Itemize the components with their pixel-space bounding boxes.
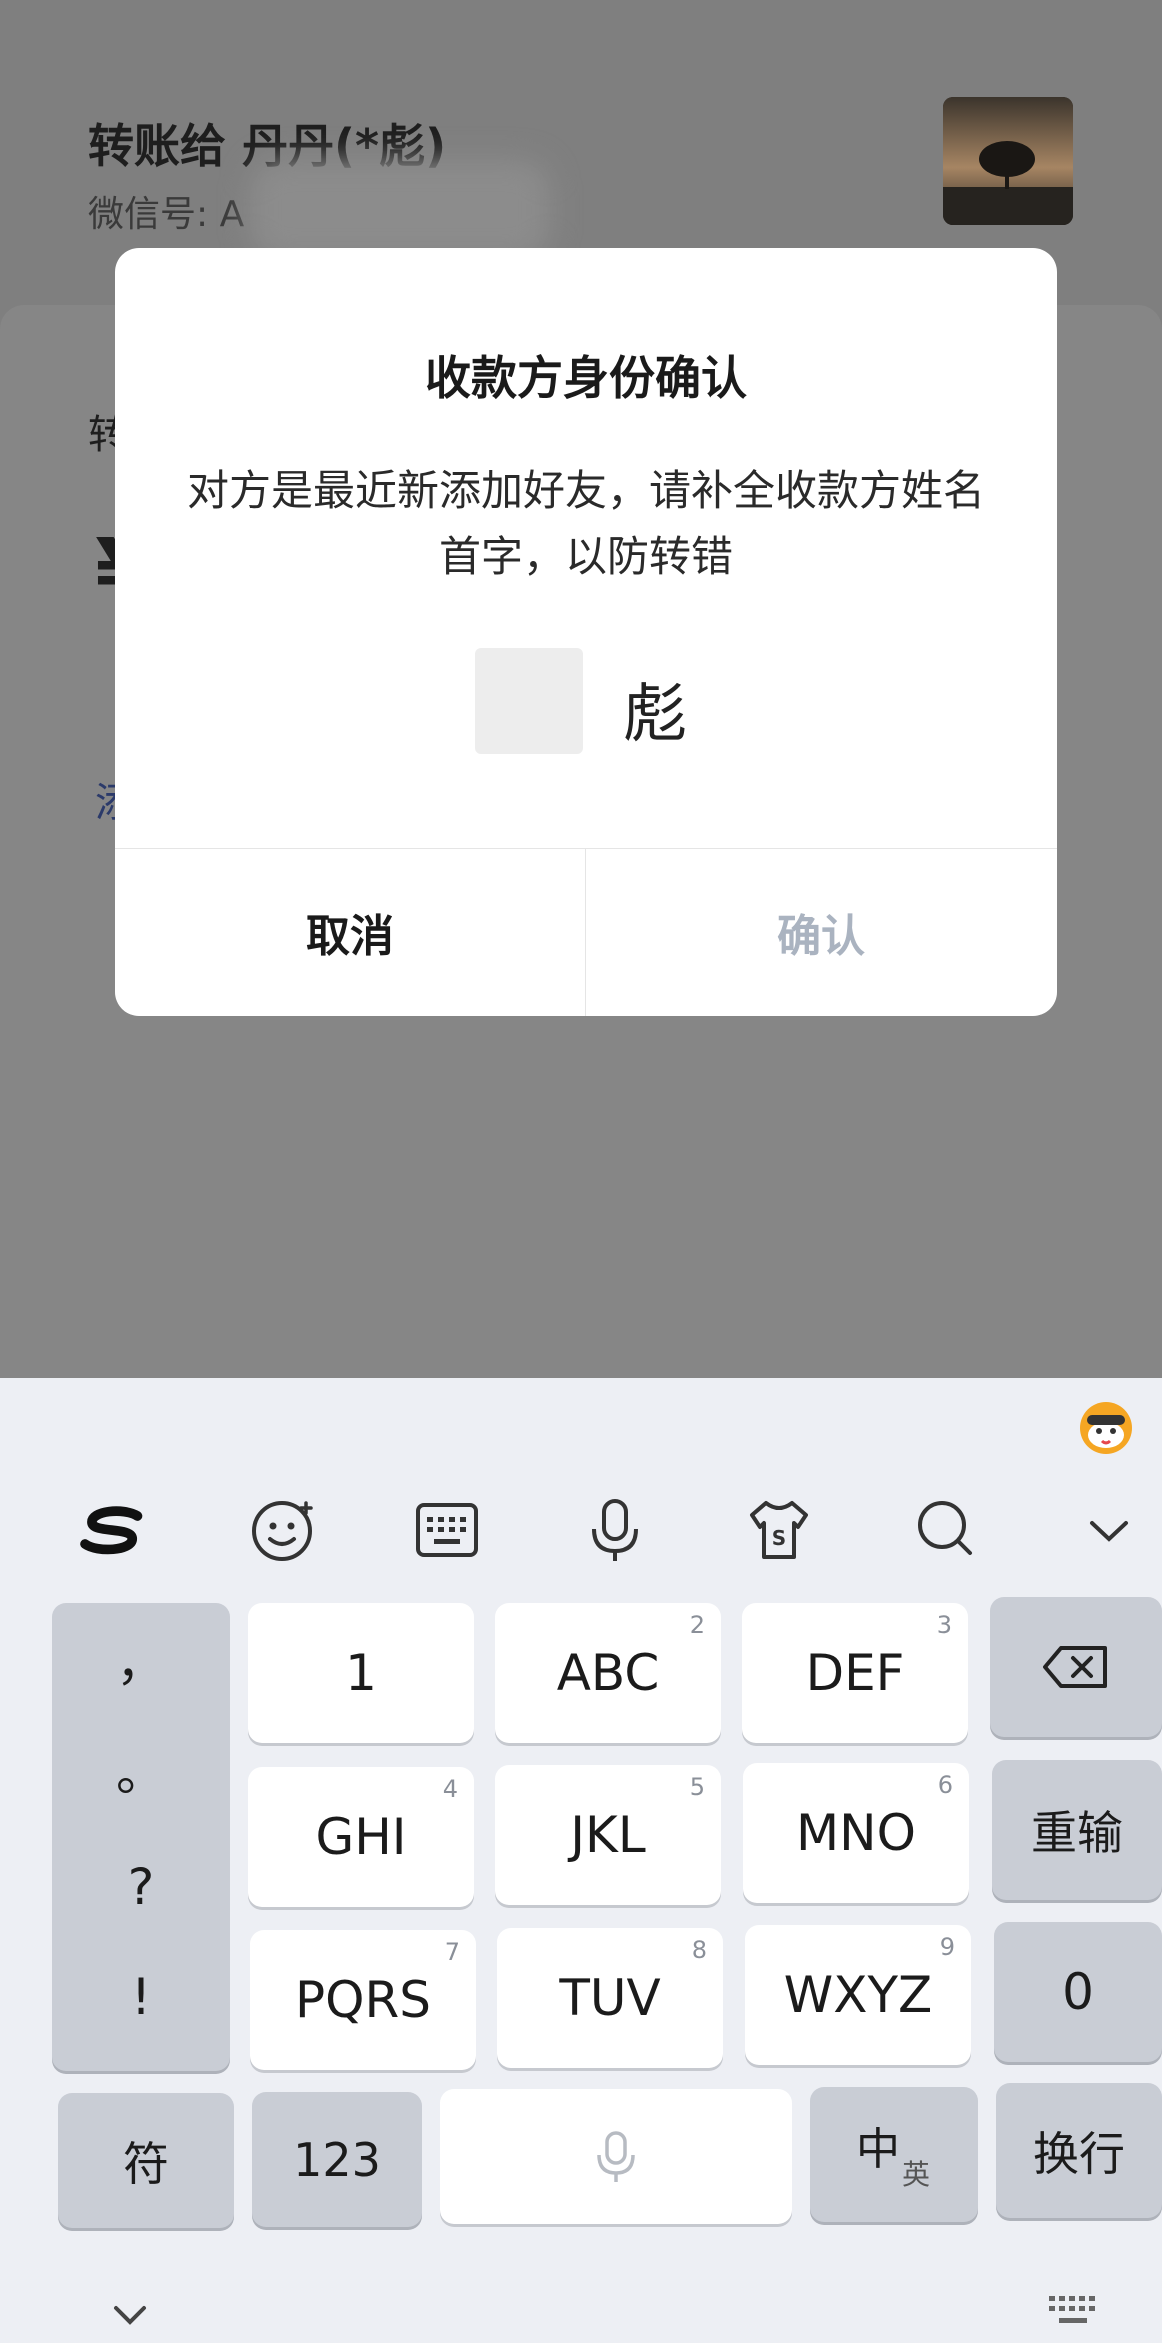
period-key[interactable]: 。 (52, 1733, 230, 1805)
symbols-label: 符 (123, 2136, 169, 2191)
backspace-key[interactable] (990, 1597, 1162, 1737)
key-mno[interactable]: 6 MNO (743, 1763, 969, 1903)
key-label: JKL (570, 1806, 646, 1864)
backspace-icon (1043, 1646, 1107, 1688)
zero-key[interactable]: 0 (994, 1922, 1162, 2062)
key-def[interactable]: 3 DEF (742, 1603, 968, 1743)
first-character-input[interactable] (475, 648, 583, 754)
recipient-avatar (943, 97, 1073, 225)
key-number: 6 (937, 1771, 953, 1799)
key-abc[interactable]: 2 ABC (495, 1603, 721, 1743)
newline-label: 换行 (1033, 2126, 1125, 2181)
key-ghi[interactable]: 4 GHI (248, 1767, 474, 1907)
numbers-label: 123 (293, 2132, 381, 2187)
key-1[interactable]: 1 (248, 1603, 474, 1743)
retype-key[interactable]: 重输 (992, 1760, 1162, 1900)
dialog-message: 对方是最近新添加好友，请补全收款方姓名首字，以防转错 (186, 466, 985, 581)
newline-key[interactable]: 换行 (996, 2083, 1162, 2218)
key-label: WXYZ (783, 1966, 933, 2024)
retype-label: 重输 (1031, 1806, 1123, 1860)
cancel-button[interactable]: 取消 (115, 848, 585, 1016)
lang-sub-label: 英 (902, 2158, 931, 2191)
confirm-button[interactable]: 确认 (586, 848, 1056, 1016)
exclamation-key[interactable]: ! (52, 1968, 230, 2026)
question-key[interactable]: ? (52, 1858, 230, 1916)
dialog-title: 收款方身份确认 (425, 351, 747, 405)
voice-input-icon (597, 2130, 635, 2182)
key-number: 4 (442, 1775, 458, 1803)
key-number: 9 (939, 1933, 955, 1961)
keyboard-switch-icon[interactable] (1045, 2292, 1101, 2336)
microphone-icon[interactable] (580, 1495, 650, 1565)
key-number: 5 (689, 1773, 705, 1801)
language-switch-key[interactable]: 中 英 (810, 2087, 978, 2222)
hide-keyboard-chevron-icon[interactable] (110, 2300, 150, 2334)
name-suffix: 彪 (623, 678, 687, 752)
key-label: DEF (805, 1644, 905, 1702)
key-label: 1 (345, 1644, 377, 1702)
key-label: ABC (556, 1644, 660, 1702)
collapse-keyboard-icon[interactable] (1074, 1495, 1144, 1565)
key-label: TUV (559, 1969, 661, 2027)
key-label: GHI (315, 1808, 407, 1866)
search-icon[interactable] (910, 1495, 980, 1565)
sogou-logo-icon[interactable] (78, 1495, 148, 1565)
svg-text:S: S (772, 1526, 786, 1550)
punctuation-column: ， 。 ? ! (52, 1603, 230, 2071)
key-tuv[interactable]: 8 TUV (497, 1928, 723, 2068)
key-number: 8 (691, 1936, 707, 1964)
blurred-region (250, 160, 550, 260)
lang-main-label: 中 (856, 2124, 900, 2175)
key-label: 0 (1062, 1963, 1094, 2021)
numbers-key[interactable]: 123 (252, 2092, 422, 2227)
key-number: 2 (689, 1611, 705, 1639)
mascot-icon[interactable] (1075, 1395, 1137, 1457)
skin-icon[interactable]: S (744, 1495, 814, 1565)
emoji-icon[interactable] (248, 1495, 318, 1565)
key-label: PQRS (295, 1971, 431, 2029)
key-number: 3 (936, 1611, 952, 1639)
space-key[interactable] (440, 2089, 792, 2224)
symbols-key[interactable]: 符 (58, 2093, 234, 2228)
comma-key[interactable]: ， (52, 1623, 230, 1695)
recipient-wechat-id: 微信号: A (88, 194, 245, 235)
key-label: MNO (796, 1804, 916, 1862)
key-wxyz[interactable]: 9 WXYZ (745, 1925, 971, 2065)
key-number: 7 (444, 1938, 460, 1966)
key-pqrs[interactable]: 7 PQRS (250, 1930, 476, 2070)
recipient-confirm-dialog: 收款方身份确认 对方是最近新添加好友，请补全收款方姓名首字，以防转错 彪 取消 … (115, 248, 1057, 1016)
key-jkl[interactable]: 5 JKL (495, 1765, 721, 1905)
keyboard-icon[interactable] (412, 1495, 482, 1565)
